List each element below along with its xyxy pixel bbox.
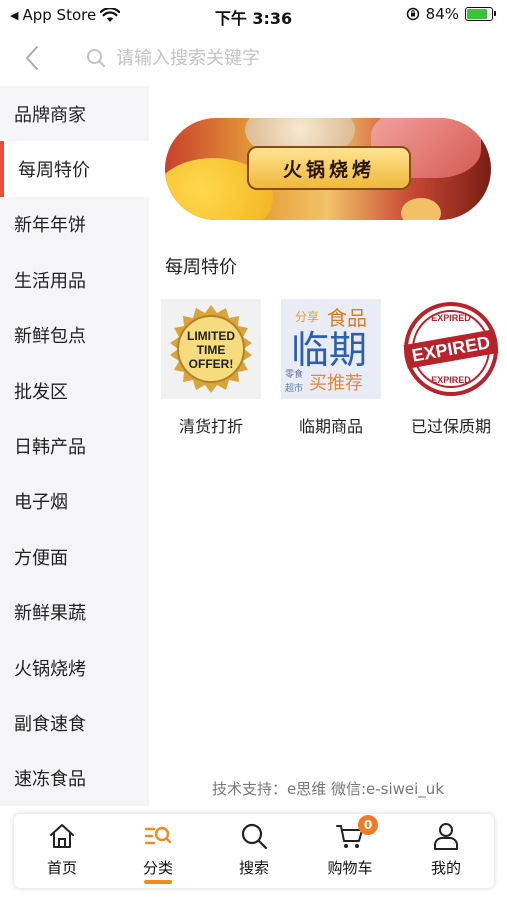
cart-count-badge: 0 bbox=[358, 815, 378, 835]
sidebar-item-label: 速冻食品 bbox=[14, 769, 86, 791]
sidebar-item-label: 副食速食 bbox=[14, 713, 86, 735]
svg-text:临期: 临期 bbox=[291, 328, 367, 372]
tab-search[interactable]: 搜索 bbox=[206, 814, 302, 888]
svg-text:EXPIRED: EXPIRED bbox=[431, 375, 471, 385]
tab-category[interactable]: 分类 bbox=[110, 814, 206, 888]
battery-icon bbox=[465, 7, 496, 21]
category-icon bbox=[142, 820, 174, 852]
tab-label: 我的 bbox=[430, 859, 461, 877]
sidebar-item-label: 电子烟 bbox=[14, 492, 68, 514]
orientation-lock-icon bbox=[406, 7, 419, 21]
sidebar-item-label: 火锅烧烤 bbox=[14, 658, 86, 680]
sidebar-item-new-year-cakes[interactable]: 新年年饼 bbox=[0, 197, 149, 252]
sidebar-item-hotpot-bbq[interactable]: 火锅烧烤 bbox=[0, 640, 149, 695]
near-expiry-wordcloud-image: 分享 食品 临期 零食 超市 买推荐 bbox=[281, 299, 381, 399]
home-icon bbox=[46, 820, 78, 852]
product-thumbnail: LIMITED TIME OFFER! bbox=[161, 299, 261, 399]
subcategory-expired[interactable]: EXPIRED EXPIRED EXPIRED 已过保质期 bbox=[401, 299, 501, 437]
svg-text:超市: 超市 bbox=[285, 382, 303, 394]
subcategory-clearance[interactable]: LIMITED TIME OFFER! 清货打折 bbox=[161, 299, 261, 437]
svg-text:买推荐: 买推荐 bbox=[309, 373, 363, 394]
sidebar-item-label: 新鲜果蔬 bbox=[14, 603, 86, 625]
bottom-tab-bar: 首页 分类 搜索 0 购物车 我的 bbox=[14, 814, 494, 888]
tab-label: 购物车 bbox=[327, 859, 373, 877]
svg-text:分享: 分享 bbox=[295, 309, 319, 324]
sidebar-item-label: 新年年饼 bbox=[14, 215, 86, 237]
sidebar-item-e-cigarette[interactable]: 电子烟 bbox=[0, 474, 149, 529]
product-thumbnail: 分享 食品 临期 零食 超市 买推荐 bbox=[281, 299, 381, 399]
status-bar: ◀ App Store 下午 3:36 84% bbox=[0, 0, 507, 30]
svg-text:EXPIRED: EXPIRED bbox=[431, 313, 471, 323]
battery-percent: 84% bbox=[425, 5, 459, 23]
tab-home[interactable]: 首页 bbox=[14, 814, 110, 888]
chevron-left-icon bbox=[26, 46, 38, 70]
subcategory-grid: LIMITED TIME OFFER! 清货打折 分享 食品 临期 零食 超市 … bbox=[161, 299, 501, 437]
sidebar-item-label: 批发区 bbox=[14, 381, 68, 403]
search-icon bbox=[238, 820, 270, 852]
sidebar-item-frozen-food[interactable]: 速冻食品 bbox=[0, 751, 149, 806]
sidebar-item-label: 新鲜包点 bbox=[14, 326, 86, 348]
sidebar-item-japan-korea[interactable]: 日韩产品 bbox=[0, 418, 149, 473]
category-banner[interactable]: 火锅烧烤 bbox=[165, 118, 491, 220]
product-name: 清货打折 bbox=[178, 417, 243, 436]
sidebar-item-instant-noodles[interactable]: 方便面 bbox=[0, 529, 149, 584]
sidebar-item-label: 生活用品 bbox=[14, 270, 86, 292]
back-button[interactable] bbox=[20, 42, 44, 74]
sidebar-item-daily-goods[interactable]: 生活用品 bbox=[0, 252, 149, 307]
product-thumbnail: EXPIRED EXPIRED EXPIRED bbox=[401, 299, 501, 399]
svg-text:零食: 零食 bbox=[285, 368, 303, 380]
search-box[interactable] bbox=[86, 42, 486, 74]
category-content: 火锅烧烤 每周特价 LIMITED TIME OFFER! 清货打折 分享 食品… bbox=[149, 86, 507, 806]
svg-text:食品: 食品 bbox=[327, 306, 367, 330]
profile-icon bbox=[430, 820, 462, 852]
search-icon bbox=[87, 49, 105, 67]
active-tab-indicator bbox=[144, 880, 172, 884]
sidebar-item-label: 日韩产品 bbox=[14, 437, 86, 459]
tab-cart[interactable]: 0 购物车 bbox=[302, 814, 398, 888]
sidebar-item-fresh-buns[interactable]: 新鲜包点 bbox=[0, 308, 149, 363]
search-input[interactable] bbox=[116, 47, 416, 69]
tab-profile[interactable]: 我的 bbox=[398, 814, 494, 888]
sidebar-item-snacks-fast-food[interactable]: 副食速食 bbox=[0, 695, 149, 750]
search-header bbox=[0, 34, 507, 82]
product-name: 临期商品 bbox=[298, 417, 363, 436]
banner-food-decoration bbox=[401, 198, 441, 220]
banner-label: 火锅烧烤 bbox=[247, 146, 411, 190]
sidebar-item-weekly-specials[interactable]: 每周特价 bbox=[0, 141, 149, 198]
sidebar-item-fresh-produce[interactable]: 新鲜果蔬 bbox=[0, 585, 149, 640]
tab-label: 首页 bbox=[46, 859, 77, 877]
sidebar-item-label: 品牌商家 bbox=[14, 104, 86, 126]
svg-text:OFFER!: OFFER! bbox=[189, 357, 234, 371]
sidebar-item-brand-merchants[interactable]: 品牌商家 bbox=[0, 86, 149, 141]
limited-offer-badge-image: LIMITED TIME OFFER! bbox=[170, 305, 252, 393]
expired-stamp-image: EXPIRED EXPIRED EXPIRED bbox=[403, 302, 499, 396]
cart-icon: 0 bbox=[334, 815, 378, 852]
sidebar-item-wholesale[interactable]: 批发区 bbox=[0, 363, 149, 418]
svg-text:LIMITED: LIMITED bbox=[187, 329, 235, 343]
svg-text:TIME: TIME bbox=[197, 343, 226, 357]
sidebar-item-label: 方便面 bbox=[14, 547, 68, 569]
tab-label: 搜索 bbox=[238, 859, 269, 877]
sidebar-item-label: 每周特价 bbox=[18, 160, 90, 182]
category-sidebar: 品牌商家 每周特价 新年年饼 生活用品 新鲜包点 批发区 日韩产品 电子烟 方便… bbox=[0, 86, 149, 806]
tech-support-text: 技术支持：e思维 微信:e-siwei_uk bbox=[211, 780, 445, 798]
product-name: 已过保质期 bbox=[410, 417, 491, 436]
section-title: 每周特价 bbox=[165, 257, 237, 278]
subcategory-near-expiry[interactable]: 分享 食品 临期 零食 超市 买推荐 临期商品 bbox=[281, 299, 381, 437]
tab-label: 分类 bbox=[142, 859, 173, 877]
